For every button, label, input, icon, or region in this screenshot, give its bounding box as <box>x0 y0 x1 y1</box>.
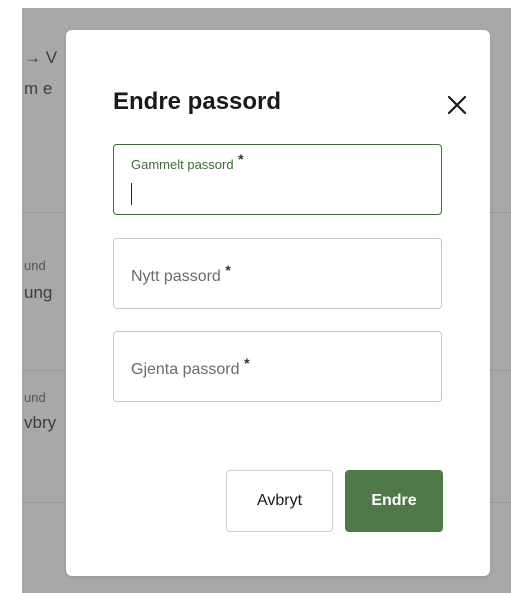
new-password-field[interactable]: Nytt passord * <box>113 238 442 309</box>
required-marker: * <box>244 355 250 371</box>
background-text: m e <box>24 79 53 98</box>
repeat-password-field[interactable]: Gjenta passord * <box>113 331 442 402</box>
background-text: ung <box>24 283 53 302</box>
new-password-label: Nytt passord * <box>131 262 231 285</box>
text-cursor <box>131 183 132 205</box>
submit-button[interactable]: Endre <box>345 470 443 532</box>
change-password-dialog: Endre passord Gammelt passord * Nytt pas… <box>66 30 490 576</box>
close-icon <box>447 95 467 115</box>
cancel-button[interactable]: Avbryt <box>226 470 333 532</box>
background-text: und <box>24 258 46 273</box>
repeat-password-label: Gjenta passord * <box>131 355 250 378</box>
background-text: vbry <box>24 413 57 432</box>
old-password-field[interactable]: Gammelt passord * <box>113 144 442 215</box>
required-marker: * <box>238 151 244 167</box>
dialog-title: Endre passord <box>113 88 282 115</box>
close-button[interactable] <box>444 92 470 118</box>
required-marker: * <box>225 262 231 278</box>
background-text: und <box>24 390 46 405</box>
background-text: → V <box>24 48 58 67</box>
old-password-label: Gammelt passord * <box>131 151 244 172</box>
